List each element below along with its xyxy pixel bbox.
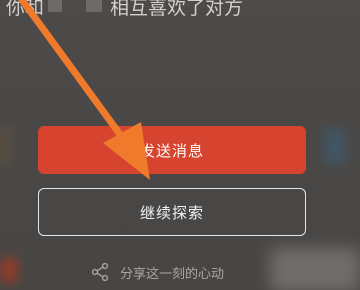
background-avatar-blur bbox=[0, 126, 12, 166]
match-message: 你和 相互喜欢了对方 bbox=[6, 0, 346, 24]
share-icon bbox=[91, 262, 109, 282]
match-message-start: 你和 bbox=[6, 0, 45, 19]
continue-explore-button[interactable]: 继续探索 bbox=[38, 188, 306, 236]
send-message-button[interactable]: 发送消息 bbox=[38, 126, 306, 174]
background-avatar-blur bbox=[0, 258, 18, 282]
redacted-name bbox=[86, 0, 103, 12]
match-message-end: 相互喜欢了对方 bbox=[110, 0, 244, 19]
match-screen: 你和 相互喜欢了对方 发送消息 继续探索 分享这一刻的心动 bbox=[0, 0, 360, 290]
share-moment-label: 分享这一刻的心动 bbox=[120, 266, 225, 282]
redacted-name bbox=[48, 0, 63, 12]
share-moment-link[interactable]: 分享这一刻的心动 bbox=[90, 261, 224, 283]
background-avatar-blur bbox=[324, 128, 346, 164]
background-avatar-blur bbox=[270, 248, 360, 290]
